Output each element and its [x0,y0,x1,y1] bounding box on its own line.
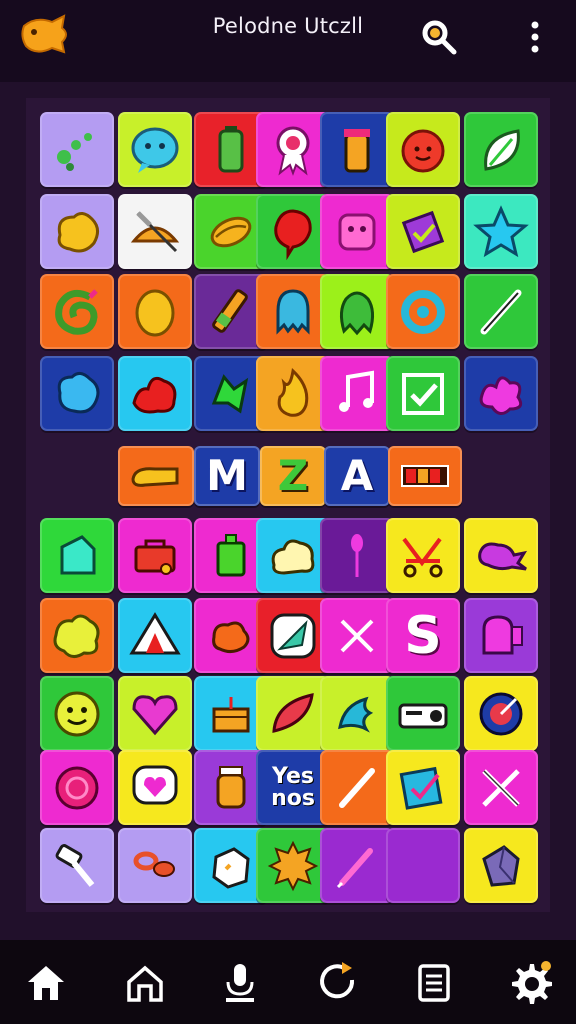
tile-cross[interactable] [320,598,394,673]
tile-leaf[interactable] [464,112,538,187]
tile-jar[interactable] [320,112,394,187]
letter-m: M [206,451,248,500]
tile-pink-ghost[interactable] [464,598,538,673]
bottom-nav [0,940,576,1024]
tile-heart-gem[interactable] [118,676,192,751]
tile-cloud-creature[interactable] [256,518,330,593]
tile-balloon[interactable] [256,194,330,269]
tile-swirl[interactable] [40,274,114,349]
tile-yes-text[interactable]: Yes nos [256,750,330,825]
tile-splat-blue[interactable] [40,356,114,431]
tile-heart-bubble[interactable] [118,750,192,825]
document-icon[interactable] [410,958,458,1006]
tile-crossed-tools[interactable] [464,750,538,825]
tile-spoon[interactable] [320,518,394,593]
tile-projector[interactable] [386,676,460,751]
tile-bubbles[interactable] [40,112,114,187]
tile-sun[interactable] [256,828,330,903]
tile-ring[interactable] [386,274,460,349]
tile-blob[interactable] [40,194,114,269]
tile-taco-knife[interactable] [118,194,192,269]
tile-red-leaf[interactable] [256,676,330,751]
letter-tile-z[interactable]: Z [260,446,326,506]
tile-hammer[interactable] [40,828,114,903]
tile-slug[interactable] [118,446,194,506]
search-icon[interactable] [418,16,460,58]
tile-pink-ring[interactable] [40,750,114,825]
tile-chat-face[interactable] [118,112,192,187]
tile-creature-pink[interactable] [464,518,538,593]
tile-empty-slot[interactable] [386,828,460,903]
tile-music-notes[interactable] [320,356,394,431]
tile-star[interactable] [464,194,538,269]
tile-check-note[interactable] [386,750,460,825]
tile-tomato[interactable] [386,112,460,187]
tile-badge[interactable] [256,112,330,187]
tile-stroller[interactable] [386,518,460,593]
letter-s: S [404,605,442,666]
tile-chain[interactable] [118,828,192,903]
more-vertical-icon[interactable] [520,18,550,56]
tile-bird[interactable] [320,676,394,751]
tile-splat-yellow[interactable] [40,598,114,673]
refresh-icon[interactable] [314,958,362,1006]
game-board: M Z A S Yes nos [26,98,550,912]
tile-battery-bar[interactable] [388,446,462,506]
letter-z: Z [277,451,309,500]
letter-tile-a[interactable]: A [324,446,390,506]
tile-smiley[interactable] [40,676,114,751]
tile-splat-red[interactable] [118,356,192,431]
tile-target[interactable] [464,676,538,751]
microphone-icon[interactable] [216,958,264,1006]
tile-monster[interactable] [320,274,394,349]
letter-a: A [340,451,374,500]
house-outline-icon[interactable] [121,958,169,1006]
tile-checkbox-white[interactable] [386,356,460,431]
tile-gem-green[interactable] [40,518,114,593]
tile-flame[interactable] [256,356,330,431]
tile-check-box[interactable] [386,194,460,269]
tile-pencil[interactable] [464,274,538,349]
home-icon[interactable] [22,958,70,1006]
tile-pink-pen[interactable] [320,828,394,903]
tile-tent[interactable] [118,598,192,673]
settings-gear-icon[interactable] [506,958,554,1006]
tile-egg[interactable] [118,274,192,349]
tile-toolbox[interactable] [118,518,192,593]
tile-jelly-cube[interactable] [320,194,394,269]
tile-crystal[interactable] [464,828,538,903]
tile-pen[interactable] [320,750,394,825]
app-title: Pelodne Utczll [212,14,364,38]
tile-shield-leaf[interactable] [256,598,330,673]
yes-text-line2: nos [271,785,315,811]
tile-splat-pink[interactable] [464,356,538,431]
tile-jellyfish[interactable] [256,274,330,349]
letter-tile-m[interactable]: M [194,446,260,506]
letter-tile-s[interactable]: S [386,598,460,673]
top-bar: Pelodne Utczll [0,0,576,82]
yes-text-line1: Yes [272,763,314,789]
